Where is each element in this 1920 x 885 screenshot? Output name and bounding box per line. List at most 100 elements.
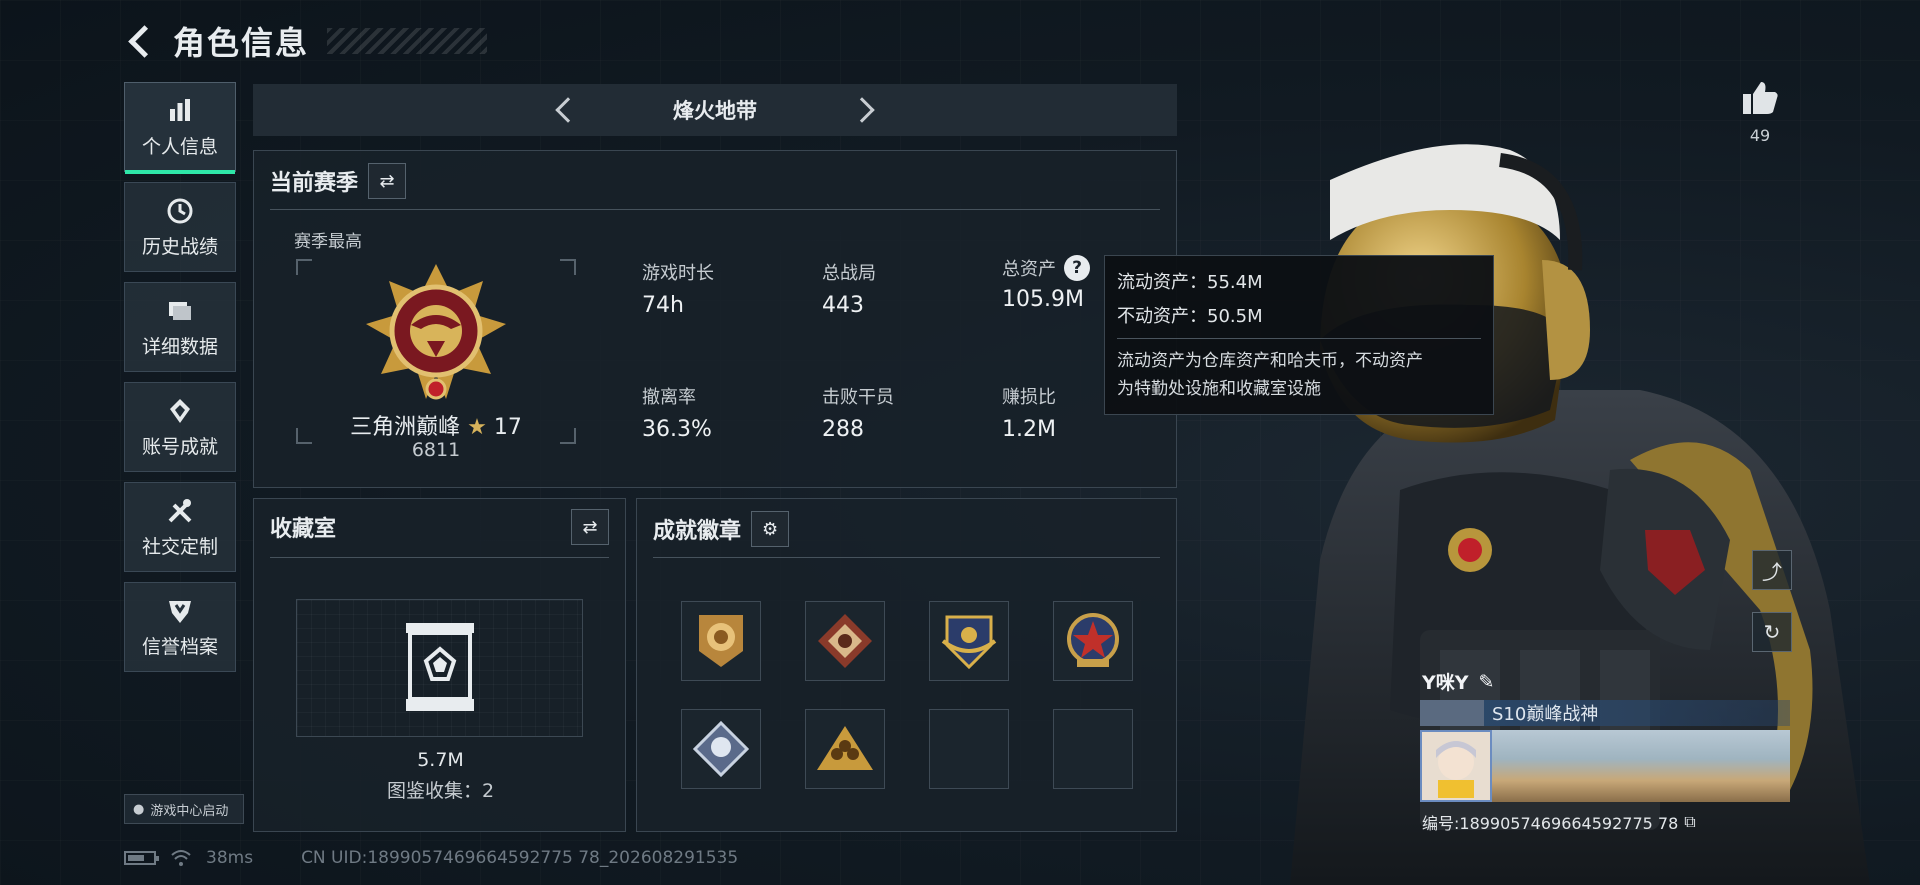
stat-label: 撤离率 (642, 387, 696, 408)
panel-header: 收藏室 (270, 511, 336, 543)
badge-slot[interactable] (805, 601, 885, 681)
like-widget[interactable]: 49 (1740, 80, 1780, 145)
star-icon: ★ (467, 415, 487, 440)
player-title-row: S10巅峰战神 (1420, 700, 1790, 726)
gear-icon: ⚙ (761, 518, 779, 540)
season-highest-label: 赛季最高 (294, 232, 362, 252)
page-title: 角色信息 (173, 24, 310, 62)
badge-slot[interactable] (1053, 601, 1133, 681)
stat-value: 288 (822, 417, 864, 442)
divider (653, 557, 1160, 558)
refresh-icon: ↻ (1763, 620, 1781, 644)
badge-slot-empty[interactable] (929, 709, 1009, 789)
shield-icon (165, 596, 195, 626)
clock-icon (165, 196, 195, 226)
refresh-button[interactable]: ↻ (1752, 612, 1792, 652)
swap-season-button[interactable]: ⇄ (368, 163, 407, 199)
sidebar-item-label: 信誉档案 (141, 635, 218, 658)
stat-label: 击败干员 (822, 387, 894, 408)
ping-value: 38ms (206, 848, 254, 868)
chevron-left-icon (555, 97, 581, 123)
stat-value: 443 (822, 293, 864, 318)
star-emblem-badge-icon (1067, 613, 1119, 667)
collection-count: 图鉴收集：2 (386, 780, 495, 802)
share-button[interactable]: ⤴ (1752, 550, 1792, 590)
sidebar-item-history[interactable]: 历史战绩 (124, 182, 236, 272)
badge-slot[interactable] (805, 709, 885, 789)
sidebar-item-achievements[interactable]: 账号成就 (124, 382, 236, 472)
player-card[interactable]: Y咪Y ✎ S10巅峰战神 编号:1899057469664592775 78 … (1412, 668, 1792, 846)
wolf-badge-icon (818, 614, 872, 668)
liquid-assets: 流动资产：55.4M (1117, 272, 1263, 293)
rank-score: 6811 (411, 439, 461, 461)
sidebar-item-credit-record[interactable]: 信誉档案 (124, 582, 236, 672)
squad-badge-icon (817, 726, 873, 770)
player-banner (1420, 730, 1790, 802)
stat-label: 游戏时长 (642, 263, 714, 284)
player-name-row: Y咪Y ✎ (1412, 668, 1792, 695)
sidebar-item-personal-info[interactable]: 个人信息 (124, 82, 236, 174)
stat-value: 36.3% (642, 417, 712, 442)
season-mode-switcher: 烽火地带 (253, 84, 1177, 136)
sidebar: 个人信息 历史战绩 详细数据 账号成就 社交定制 信誉档案 (124, 82, 238, 682)
rank-display: 三角洲巅峰 ★ 17 (296, 259, 576, 444)
blue-emblem-badge-icon (941, 615, 997, 670)
copy-icon[interactable]: ⧉ (1684, 812, 1695, 832)
header: 角色信息 (125, 18, 488, 64)
crystal-badge-icon (693, 721, 749, 777)
badge-slot[interactable] (929, 601, 1009, 681)
player-id-text: 编号:1899057469664592775 78 (1422, 814, 1679, 833)
chevron-right-icon (849, 97, 875, 123)
rank-name: 三角洲巅峰 ★ 17 (296, 409, 576, 441)
avatar (1420, 730, 1492, 802)
achievement-badges-panel: 成就徽章 ⚙ (636, 498, 1177, 832)
back-arrow-icon[interactable] (125, 24, 159, 58)
badge-settings-button[interactable]: ⚙ (751, 511, 790, 547)
current-season-panel: 当前赛季 ⇄ 赛季最高 三角洲巅峰 ★ 17 6811 游戏时长 74h 总战局… (253, 150, 1177, 488)
swap-collection-button[interactable]: ⇄ (571, 509, 609, 545)
folder-icon (165, 296, 195, 326)
sidebar-item-label: 历史战绩 (141, 235, 218, 258)
divider (1117, 338, 1481, 339)
panel-header: 成就徽章 ⚙ (653, 511, 790, 547)
sidebar-item-detailed-data[interactable]: 详细数据 (124, 282, 236, 372)
swap-icon: ⇄ (582, 516, 598, 538)
stat-extraction-rate: 撤离率 36.3% (642, 383, 792, 442)
bar-chart-icon (165, 96, 195, 126)
title-emblem (1420, 700, 1484, 726)
help-icon[interactable]: ? (1064, 255, 1090, 281)
achievement-icon (165, 396, 195, 426)
divider (270, 557, 609, 558)
tools-icon (165, 496, 195, 526)
sidebar-item-label: 社交定制 (141, 535, 218, 558)
thumbs-up-icon (1743, 82, 1778, 114)
game-center-label: 游戏中心启动 (150, 803, 229, 819)
mode-title: 烽火地带 (673, 99, 757, 123)
divider (270, 209, 1160, 210)
vault-icon (406, 623, 474, 711)
badge-slot[interactable] (681, 709, 761, 789)
panel-header: 当前赛季 ⇄ (270, 163, 407, 199)
player-title: S10巅峰战神 (1492, 704, 1599, 725)
badge-slot[interactable] (681, 601, 761, 681)
status-bar: 38ms CN UID:1899057469664592775 78_20260… (124, 848, 738, 868)
stat-total-matches: 总战局 443 (822, 259, 972, 318)
panel-title: 成就徽章 (653, 519, 742, 544)
collection-room-panel[interactable]: 收藏室 ⇄ 5.7M 图鉴收集：2 (253, 498, 626, 832)
stat-value: 74h (642, 293, 684, 318)
sidebar-item-label: 个人信息 (141, 135, 218, 158)
rank-title: 三角洲巅峰 (350, 415, 461, 440)
stat-value: 1.2M (1002, 417, 1056, 442)
rank-medal-icon (366, 264, 506, 400)
game-center-icon: ● (133, 801, 145, 817)
next-mode-button[interactable] (835, 84, 895, 136)
player-name: Y咪Y (1422, 672, 1469, 694)
game-center-button[interactable]: ● 游戏中心启动 (124, 794, 244, 824)
badge-slot-empty[interactable] (1053, 709, 1133, 789)
rank-level: 17 (493, 415, 522, 440)
prev-mode-button[interactable] (535, 84, 595, 136)
stat-playtime: 游戏时长 74h (642, 259, 792, 318)
lion-badge-icon (699, 615, 743, 667)
sidebar-item-social-custom[interactable]: 社交定制 (124, 482, 236, 572)
edit-pencil-icon[interactable]: ✎ (1479, 671, 1495, 693)
